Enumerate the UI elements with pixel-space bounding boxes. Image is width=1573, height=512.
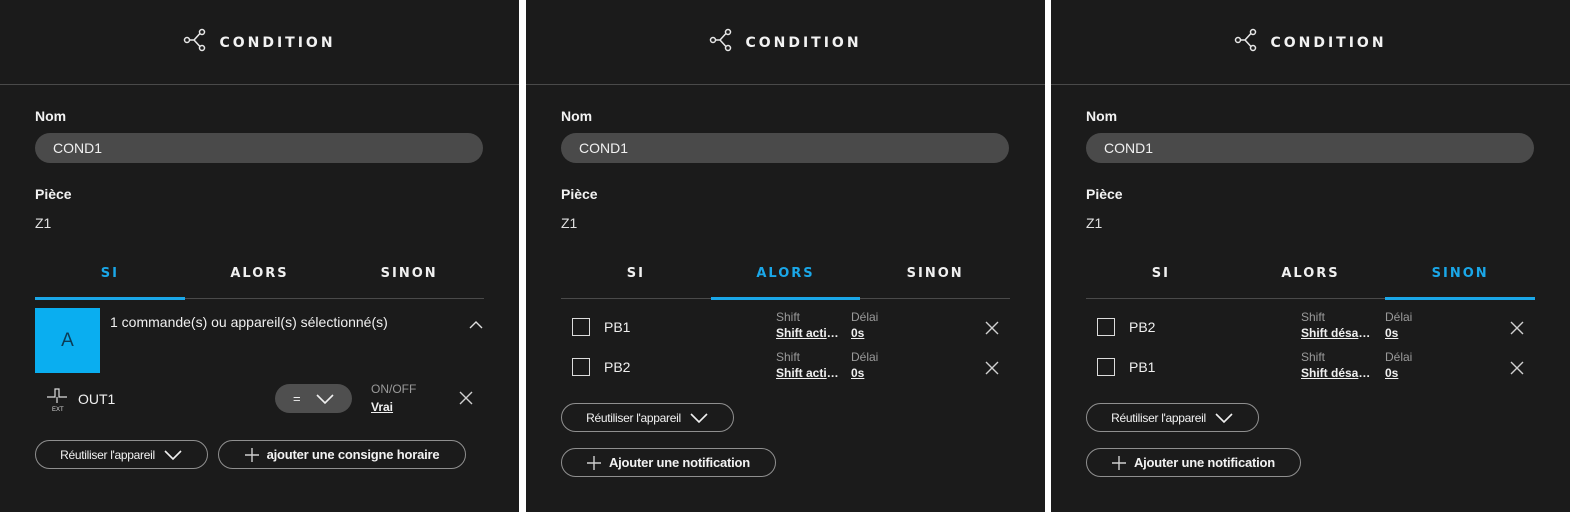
chevron-down-icon bbox=[1215, 412, 1233, 423]
plus-icon bbox=[586, 455, 601, 470]
delay-label: Délai bbox=[1385, 310, 1413, 324]
condition-panel-alors: CONDITION Nom Pièce Z1 SI ALORS SINON PB… bbox=[526, 0, 1045, 512]
name-label: Nom bbox=[1086, 108, 1118, 124]
add-notification-label: Ajouter une notification bbox=[608, 455, 751, 470]
tab-sinon[interactable]: SINON bbox=[1385, 258, 1535, 300]
shift-label: Shift bbox=[776, 310, 801, 324]
delay-label: Délai bbox=[851, 350, 879, 364]
list-item: PB1 Shift Shift désactivé Délai 0s bbox=[1051, 350, 1570, 386]
device-name: PB1 bbox=[1129, 359, 1156, 375]
tab-sinon[interactable]: SINON bbox=[334, 258, 484, 298]
condition-tabs: SI ALORS SINON bbox=[1086, 258, 1535, 300]
chevron-down-icon bbox=[164, 449, 182, 460]
reuse-device-button[interactable]: Réutiliser l'appareil bbox=[561, 403, 734, 432]
branch-icon bbox=[183, 28, 207, 57]
shift-value-link[interactable]: Shift activé bbox=[776, 366, 840, 380]
delay-value-link[interactable]: 0s bbox=[851, 366, 864, 380]
condition-tabs: SI ALORS SINON bbox=[561, 258, 1010, 300]
tab-si[interactable]: SI bbox=[561, 258, 711, 298]
device-name: PB1 bbox=[604, 319, 631, 335]
shift-label: Shift bbox=[1301, 350, 1326, 364]
panel-title: CONDITION bbox=[745, 34, 862, 51]
tab-alors[interactable]: ALORS bbox=[710, 258, 861, 300]
room-value: Z1 bbox=[561, 215, 578, 231]
value-type-label: ON/OFF bbox=[371, 382, 417, 396]
close-icon[interactable] bbox=[1510, 361, 1524, 375]
delay-value-link[interactable]: 0s bbox=[851, 326, 864, 340]
add-notification-button[interactable]: Ajouter une notification bbox=[1086, 448, 1301, 477]
row-checkbox[interactable] bbox=[1097, 358, 1115, 376]
reuse-device-label: Réutiliser l'appareil bbox=[586, 410, 681, 425]
room-label: Pièce bbox=[35, 186, 72, 202]
name-input[interactable] bbox=[1086, 133, 1534, 163]
tab-alors[interactable]: ALORS bbox=[1236, 258, 1386, 298]
add-schedule-label: ajouter une consigne horaire bbox=[266, 447, 440, 462]
branch-icon bbox=[1234, 28, 1258, 57]
device-name: PB2 bbox=[604, 359, 631, 375]
device-name: PB2 bbox=[1129, 319, 1156, 335]
list-item: PB1 Shift Shift activé Délai 0s bbox=[526, 310, 1045, 346]
room-value: Z1 bbox=[1086, 215, 1103, 231]
operator-value: = bbox=[293, 391, 301, 406]
reuse-device-label: Réutiliser l'appareil bbox=[1111, 410, 1206, 425]
close-icon[interactable] bbox=[459, 391, 473, 405]
room-label: Pièce bbox=[561, 186, 598, 202]
panel-header: CONDITION bbox=[1051, 0, 1570, 85]
list-item: PB2 Shift Shift activé Délai 0s bbox=[526, 350, 1045, 386]
device-name: OUT1 bbox=[78, 391, 116, 407]
panel-title: CONDITION bbox=[1270, 34, 1387, 51]
condition-panel-si: CONDITION Nom Pièce Z1 SI ALORS SINON A … bbox=[0, 0, 519, 512]
branch-icon bbox=[709, 28, 733, 57]
chevron-up-icon[interactable] bbox=[467, 318, 485, 330]
row-checkbox[interactable] bbox=[572, 358, 590, 376]
plus-icon bbox=[244, 447, 259, 462]
delay-label: Délai bbox=[1385, 350, 1413, 364]
shift-value-link[interactable]: Shift désactivé bbox=[1301, 326, 1377, 340]
reuse-device-button[interactable]: Réutiliser l'appareil bbox=[35, 440, 208, 469]
tab-alors[interactable]: ALORS bbox=[185, 258, 335, 298]
row-checkbox[interactable] bbox=[572, 318, 590, 336]
operator-select[interactable]: = bbox=[275, 384, 352, 413]
condition-tabs: SI ALORS SINON bbox=[35, 258, 484, 300]
name-label: Nom bbox=[35, 108, 67, 124]
delay-value-link[interactable]: 0s bbox=[1385, 366, 1398, 380]
name-label: Nom bbox=[561, 108, 593, 124]
chevron-down-icon bbox=[690, 412, 708, 423]
shift-label: Shift bbox=[776, 350, 801, 364]
shift-value-link[interactable]: Shift désactivé bbox=[1301, 366, 1377, 380]
tab-si[interactable]: SI bbox=[35, 258, 185, 300]
add-schedule-button[interactable]: ajouter une consigne horaire bbox=[218, 440, 466, 469]
ext-caption: EXT bbox=[52, 407, 64, 413]
panel-header: CONDITION bbox=[0, 0, 519, 85]
panel-title: CONDITION bbox=[219, 34, 336, 51]
output-device-icon: EXT bbox=[45, 385, 71, 413]
selection-summary: 1 commande(s) ou appareil(s) sélectionné… bbox=[110, 314, 388, 330]
row-checkbox[interactable] bbox=[1097, 318, 1115, 336]
shift-value-link[interactable]: Shift activé bbox=[776, 326, 840, 340]
tab-sinon[interactable]: SINON bbox=[860, 258, 1010, 298]
room-value: Z1 bbox=[35, 215, 52, 231]
add-notification-label: Ajouter une notification bbox=[1133, 455, 1276, 470]
name-input[interactable] bbox=[35, 133, 483, 163]
reuse-device-button[interactable]: Réutiliser l'appareil bbox=[1086, 403, 1259, 432]
name-input[interactable] bbox=[561, 133, 1009, 163]
close-icon[interactable] bbox=[985, 361, 999, 375]
delay-label: Délai bbox=[851, 310, 879, 324]
tab-si[interactable]: SI bbox=[1086, 258, 1236, 298]
room-label: Pièce bbox=[1086, 186, 1123, 202]
plus-icon bbox=[1111, 455, 1126, 470]
list-item: PB2 Shift Shift désactivé Délai 0s bbox=[1051, 310, 1570, 346]
shift-label: Shift bbox=[1301, 310, 1326, 324]
add-notification-button[interactable]: Ajouter une notification bbox=[561, 448, 776, 477]
delay-value-link[interactable]: 0s bbox=[1385, 326, 1398, 340]
value-link[interactable]: Vrai bbox=[371, 400, 393, 414]
selection-avatar[interactable]: A bbox=[35, 308, 100, 373]
panel-header: CONDITION bbox=[526, 0, 1045, 85]
condition-panel-sinon: CONDITION Nom Pièce Z1 SI ALORS SINON PB… bbox=[1051, 0, 1570, 512]
chevron-down-icon bbox=[316, 393, 334, 404]
close-icon[interactable] bbox=[1510, 321, 1524, 335]
close-icon[interactable] bbox=[985, 321, 999, 335]
reuse-device-label: Réutiliser l'appareil bbox=[60, 447, 155, 462]
